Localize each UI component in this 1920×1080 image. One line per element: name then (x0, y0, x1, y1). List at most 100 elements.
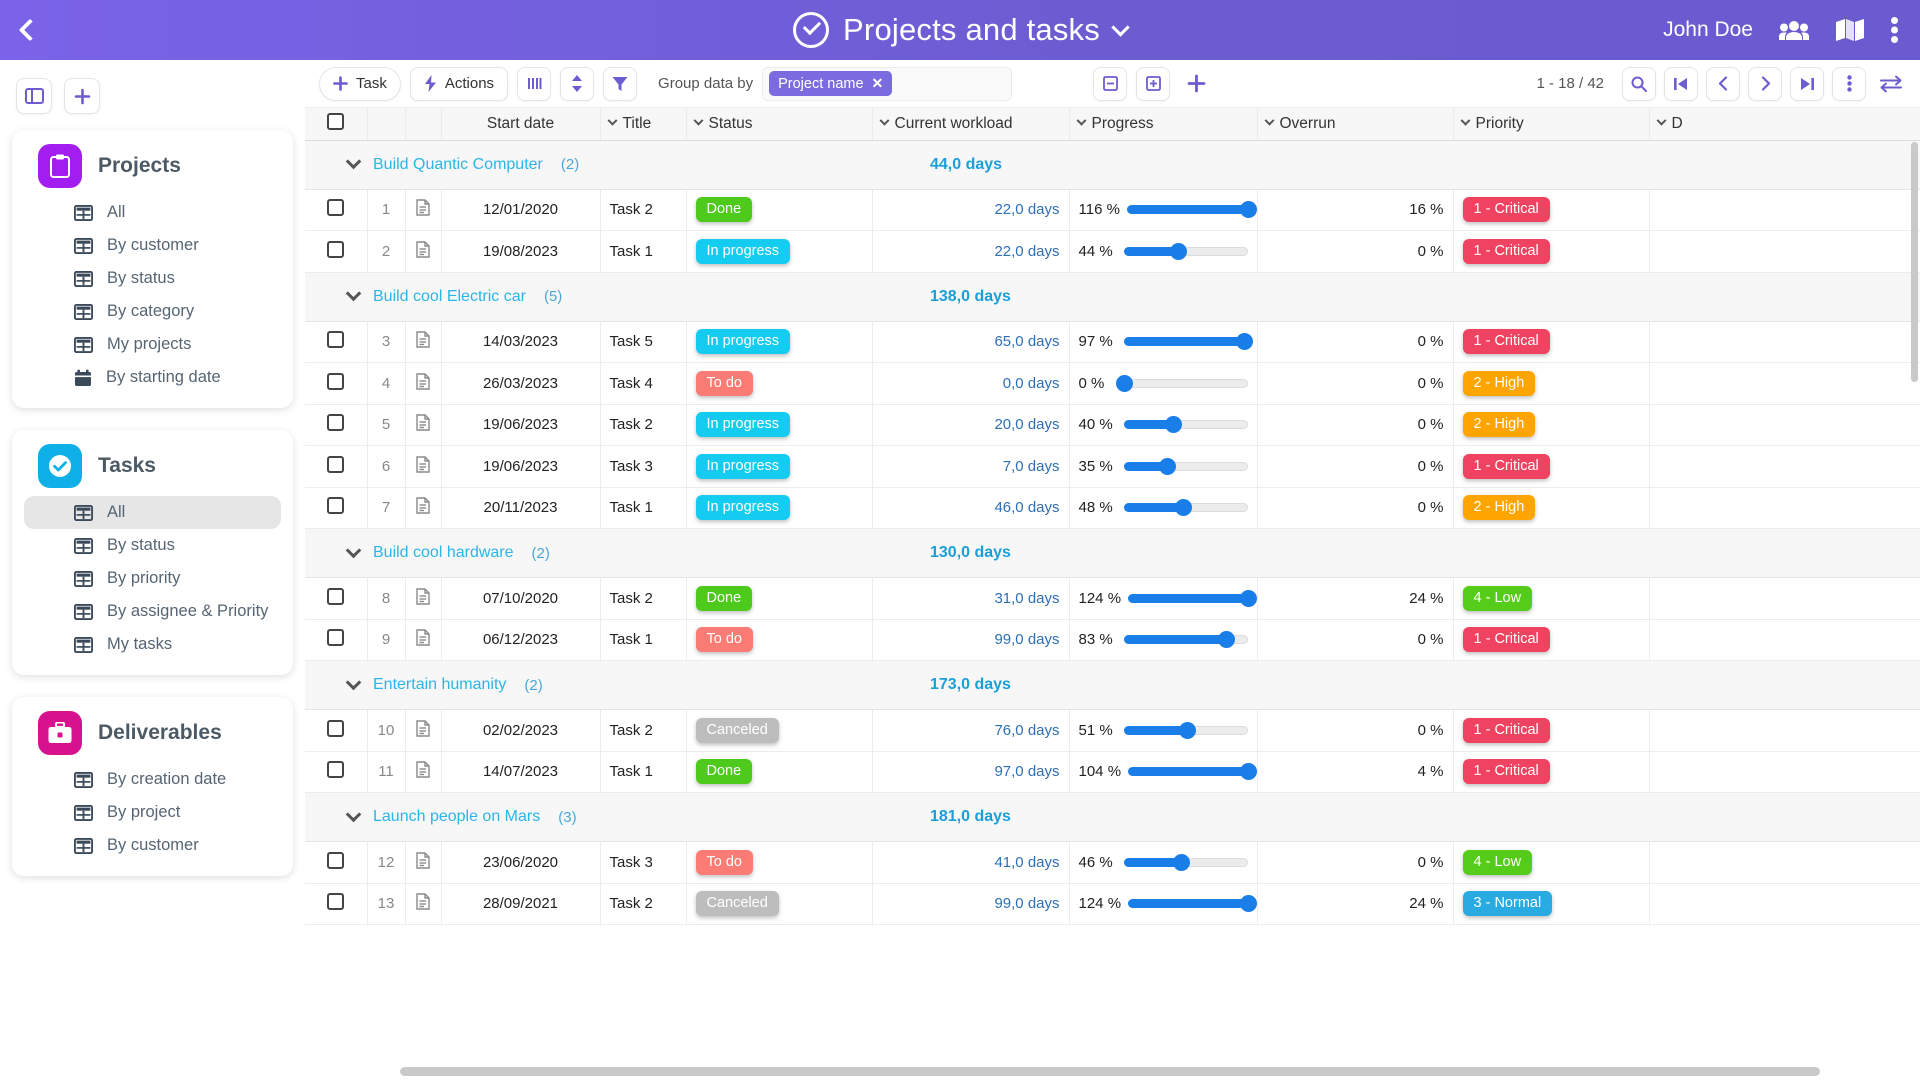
cell-extra[interactable] (1649, 231, 1920, 273)
row-document-cell[interactable] (405, 710, 441, 752)
cell-start-date[interactable]: 14/07/2023 (441, 751, 600, 793)
cell-title[interactable]: Task 2 (600, 404, 686, 446)
row-checkbox[interactable] (327, 588, 344, 605)
cell-extra[interactable] (1649, 842, 1920, 884)
cell-current-workload[interactable]: 65,0 days (872, 321, 1069, 363)
table-row[interactable]: 1328/09/2021Task 2Canceled99,0 days124 %… (305, 883, 1920, 925)
row-checkbox[interactable] (327, 720, 344, 737)
row-document-cell[interactable] (405, 363, 441, 405)
row-document-cell[interactable] (405, 578, 441, 620)
cell-start-date[interactable]: 23/06/2020 (441, 842, 600, 884)
cell-current-workload[interactable]: 99,0 days (872, 619, 1069, 661)
cell-current-workload[interactable]: 41,0 days (872, 842, 1069, 884)
cell-progress[interactable]: 104 % (1069, 751, 1257, 793)
cell-priority[interactable]: 1 - Critical (1453, 751, 1649, 793)
row-checkbox[interactable] (327, 893, 344, 910)
progress-slider[interactable] (1128, 896, 1247, 912)
cell-status[interactable]: In progress (686, 487, 872, 529)
row-checkbox[interactable] (327, 414, 344, 431)
cell-status[interactable]: To do (686, 363, 872, 405)
cell-current-workload[interactable]: 31,0 days (872, 578, 1069, 620)
chevron-down-icon[interactable] (1656, 116, 1666, 126)
cell-progress[interactable]: 83 % (1069, 619, 1257, 661)
cell-current-workload[interactable]: 97,0 days (872, 751, 1069, 793)
group-name[interactable]: Launch people on Mars (373, 808, 540, 826)
expand-all-button[interactable] (1136, 67, 1170, 101)
chevron-down-icon[interactable] (1111, 18, 1129, 36)
progress-slider[interactable] (1124, 243, 1248, 259)
progress-slider[interactable] (1124, 500, 1248, 516)
horizontal-scrollbar[interactable] (400, 1067, 1820, 1076)
cell-extra[interactable] (1649, 404, 1920, 446)
cell-progress[interactable]: 35 % (1069, 446, 1257, 488)
slider-knob[interactable] (1236, 333, 1253, 350)
slider-knob[interactable] (1116, 375, 1133, 392)
cell-status[interactable]: In progress (686, 404, 872, 446)
row-document-cell[interactable] (405, 751, 441, 793)
cell-progress[interactable]: 46 % (1069, 842, 1257, 884)
cell-priority[interactable]: 4 - Low (1453, 578, 1649, 620)
add-button[interactable] (64, 78, 100, 114)
table-row[interactable]: 1002/02/2023Task 2Canceled76,0 days51 %0… (305, 710, 1920, 752)
progress-slider[interactable] (1124, 375, 1248, 391)
cell-priority[interactable]: 1 - Critical (1453, 321, 1649, 363)
group-data-by-field[interactable]: Project name ✕ (762, 67, 1012, 101)
progress-slider[interactable] (1124, 722, 1248, 738)
cell-overrun[interactable]: 0 % (1257, 619, 1453, 661)
cell-priority[interactable]: 3 - Normal (1453, 883, 1649, 925)
cell-title[interactable]: Task 5 (600, 321, 686, 363)
cell-title[interactable]: Task 2 (600, 578, 686, 620)
group-name[interactable]: Build cool hardware (373, 544, 514, 562)
table-row[interactable]: 720/11/2023Task 1In progress46,0 days48 … (305, 487, 1920, 529)
cell-progress[interactable]: 44 % (1069, 231, 1257, 273)
cell-overrun[interactable]: 16 % (1257, 189, 1453, 231)
progress-slider[interactable] (1124, 417, 1248, 433)
cell-extra[interactable] (1649, 751, 1920, 793)
add-task-button[interactable]: Task (319, 67, 401, 101)
cell-extra[interactable] (1649, 321, 1920, 363)
column-header-progress[interactable]: Progress (1069, 108, 1257, 140)
slider-knob[interactable] (1240, 201, 1257, 218)
progress-slider[interactable] (1124, 334, 1248, 350)
panel-toggle-button[interactable] (16, 78, 52, 114)
cell-priority[interactable]: 1 - Critical (1453, 189, 1649, 231)
cell-start-date[interactable]: 12/01/2020 (441, 189, 600, 231)
cell-current-workload[interactable]: 76,0 days (872, 710, 1069, 752)
row-document-cell[interactable] (405, 231, 441, 273)
cell-progress[interactable]: 48 % (1069, 487, 1257, 529)
cell-status[interactable]: To do (686, 842, 872, 884)
cell-current-workload[interactable]: 7,0 days (872, 446, 1069, 488)
cell-start-date[interactable]: 19/06/2023 (441, 446, 600, 488)
search-button[interactable] (1622, 67, 1656, 101)
cell-start-date[interactable]: 19/06/2023 (441, 404, 600, 446)
last-page-button[interactable] (1790, 67, 1824, 101)
sidebar-item-all[interactable]: All (24, 196, 281, 229)
row-checkbox[interactable] (327, 761, 344, 778)
chevron-down-icon[interactable] (346, 154, 362, 170)
chevron-down-icon[interactable] (607, 116, 617, 126)
slider-knob[interactable] (1240, 895, 1257, 912)
column-header-d[interactable]: D (1649, 108, 1920, 140)
column-header-status[interactable]: Status (686, 108, 872, 140)
cell-extra[interactable] (1649, 619, 1920, 661)
table-row[interactable]: 519/06/2023Task 2In progress20,0 days40 … (305, 404, 1920, 446)
group-name[interactable]: Build cool Electric car (373, 288, 526, 306)
cell-current-workload[interactable]: 22,0 days (872, 231, 1069, 273)
data-grid[interactable]: Start dateTitleStatusCurrent workloadPro… (305, 108, 1920, 1080)
cell-status[interactable]: Done (686, 751, 872, 793)
swap-view-button[interactable] (1874, 67, 1908, 101)
slider-knob[interactable] (1159, 458, 1176, 475)
cell-progress[interactable]: 40 % (1069, 404, 1257, 446)
cell-priority[interactable]: 1 - Critical (1453, 710, 1649, 752)
first-page-button[interactable] (1664, 67, 1698, 101)
cell-extra[interactable] (1649, 446, 1920, 488)
sidebar-item-by-status[interactable]: By status (24, 262, 281, 295)
row-document-cell[interactable] (405, 619, 441, 661)
cell-priority[interactable]: 4 - Low (1453, 842, 1649, 884)
cell-current-workload[interactable]: 0,0 days (872, 363, 1069, 405)
row-checkbox[interactable] (327, 331, 344, 348)
cell-start-date[interactable]: 14/03/2023 (441, 321, 600, 363)
sort-button[interactable] (560, 67, 594, 101)
slider-knob[interactable] (1170, 243, 1187, 260)
filter-button[interactable] (603, 67, 637, 101)
